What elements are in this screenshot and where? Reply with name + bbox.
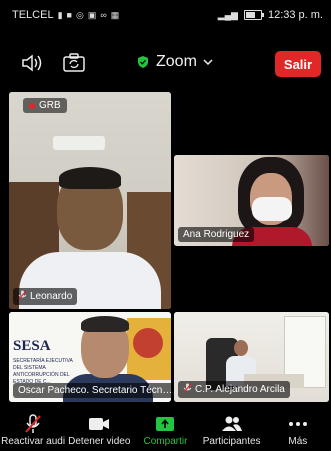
participant-name: Oscar Pacheco. Secretario Técn… <box>18 385 171 396</box>
mic-muted-icon <box>24 414 42 434</box>
signal-bars-icon: ▮ <box>57 9 63 20</box>
recording-label: GRB <box>39 100 61 111</box>
more-dots-icon <box>288 414 308 434</box>
participant-name: Leonardo <box>30 291 73 302</box>
status-bar: TELCEL ▮ ■ ◎ ▣ ∞ ▦ ▂▄▆ 12:33 p. m. <box>0 0 331 30</box>
video-camera-icon <box>88 414 110 434</box>
share-label: Compartir <box>143 436 188 447</box>
participants-button[interactable]: Participantes <box>199 414 265 447</box>
state-seal-icon <box>127 318 171 380</box>
unmute-label: Reactivar audi <box>1 436 66 447</box>
video-background-ac <box>53 136 105 150</box>
stop-video-button[interactable]: Detener video <box>66 414 132 447</box>
speaker-icon[interactable] <box>18 49 46 77</box>
status-left: TELCEL ▮ ■ ◎ ▣ ∞ ▦ <box>12 9 119 21</box>
participant-name-tag: Oscar Pacheco. Secretario Técn… <box>13 383 171 398</box>
chevron-down-icon <box>203 59 213 66</box>
meeting-title[interactable]: Zoom <box>136 53 213 71</box>
whatsapp-icon: ◎ <box>75 9 84 20</box>
unmute-button[interactable]: Reactivar audi <box>0 414 66 447</box>
video-tile-leonardo[interactable]: GRB Leonardo <box>9 92 171 309</box>
participants-icon <box>221 414 243 434</box>
participant-mask <box>252 197 292 221</box>
share-screen-icon <box>156 414 175 434</box>
background-banner-subtitle: SECRETARÍA EJECUTIVA DEL SISTEMA ANTICOR… <box>13 358 73 385</box>
leave-button[interactable]: Salir <box>275 51 321 77</box>
mic-muted-icon <box>183 383 192 396</box>
carrier-label: TELCEL <box>12 9 54 21</box>
switch-camera-icon[interactable] <box>60 49 88 77</box>
video-tile-ana[interactable]: Ana Rodriguez <box>174 155 329 246</box>
image-icon: ▦ <box>110 9 120 20</box>
meeting-toolbar: Zoom Salir <box>0 44 331 82</box>
participant-name: Ana Rodriguez <box>183 229 250 240</box>
mic-muted-icon <box>18 290 27 303</box>
video-tile-oscar[interactable]: SESA SECRETARÍA EJECUTIVA DEL SISTEMA AN… <box>9 312 171 402</box>
meeting-app-title: Zoom <box>156 53 197 70</box>
clock: 12:33 p. m. <box>267 9 323 21</box>
participant-hair <box>81 316 129 332</box>
stop-video-label: Detener video <box>68 436 131 447</box>
recording-badge: GRB <box>23 98 67 113</box>
cell-signal-icon: ▂▄▆ <box>217 9 238 20</box>
more-button[interactable]: Más <box>265 414 331 447</box>
facebook-icon: ▣ <box>87 9 97 20</box>
status-right: ▂▄▆ 12:33 p. m. <box>218 9 323 21</box>
participant-name-tag: C.P. Alejandro Arcila <box>178 381 290 398</box>
participant-name-tag: Leonardo <box>13 288 78 305</box>
share-button[interactable]: Compartir <box>132 414 198 447</box>
participants-label: Participantes <box>202 436 261 447</box>
messenger-icon: ∞ <box>100 9 107 20</box>
recording-dot-icon <box>29 102 35 109</box>
meeting-controls: Reactivar audi Detener video Compartir P… <box>0 410 331 451</box>
video-tile-alejandro[interactable]: C.P. Alejandro Arcila <box>174 312 329 402</box>
participant-face <box>234 340 248 356</box>
participant-name: C.P. Alejandro Arcila <box>195 384 285 395</box>
participant-hair <box>59 167 121 189</box>
participant-name-tag: Ana Rodriguez <box>178 227 255 242</box>
shield-icon <box>138 56 148 68</box>
video-app-icon: ■ <box>66 9 72 20</box>
more-label: Más <box>288 436 308 447</box>
background-banner-title: SESA <box>13 338 51 354</box>
battery-icon <box>243 10 264 20</box>
